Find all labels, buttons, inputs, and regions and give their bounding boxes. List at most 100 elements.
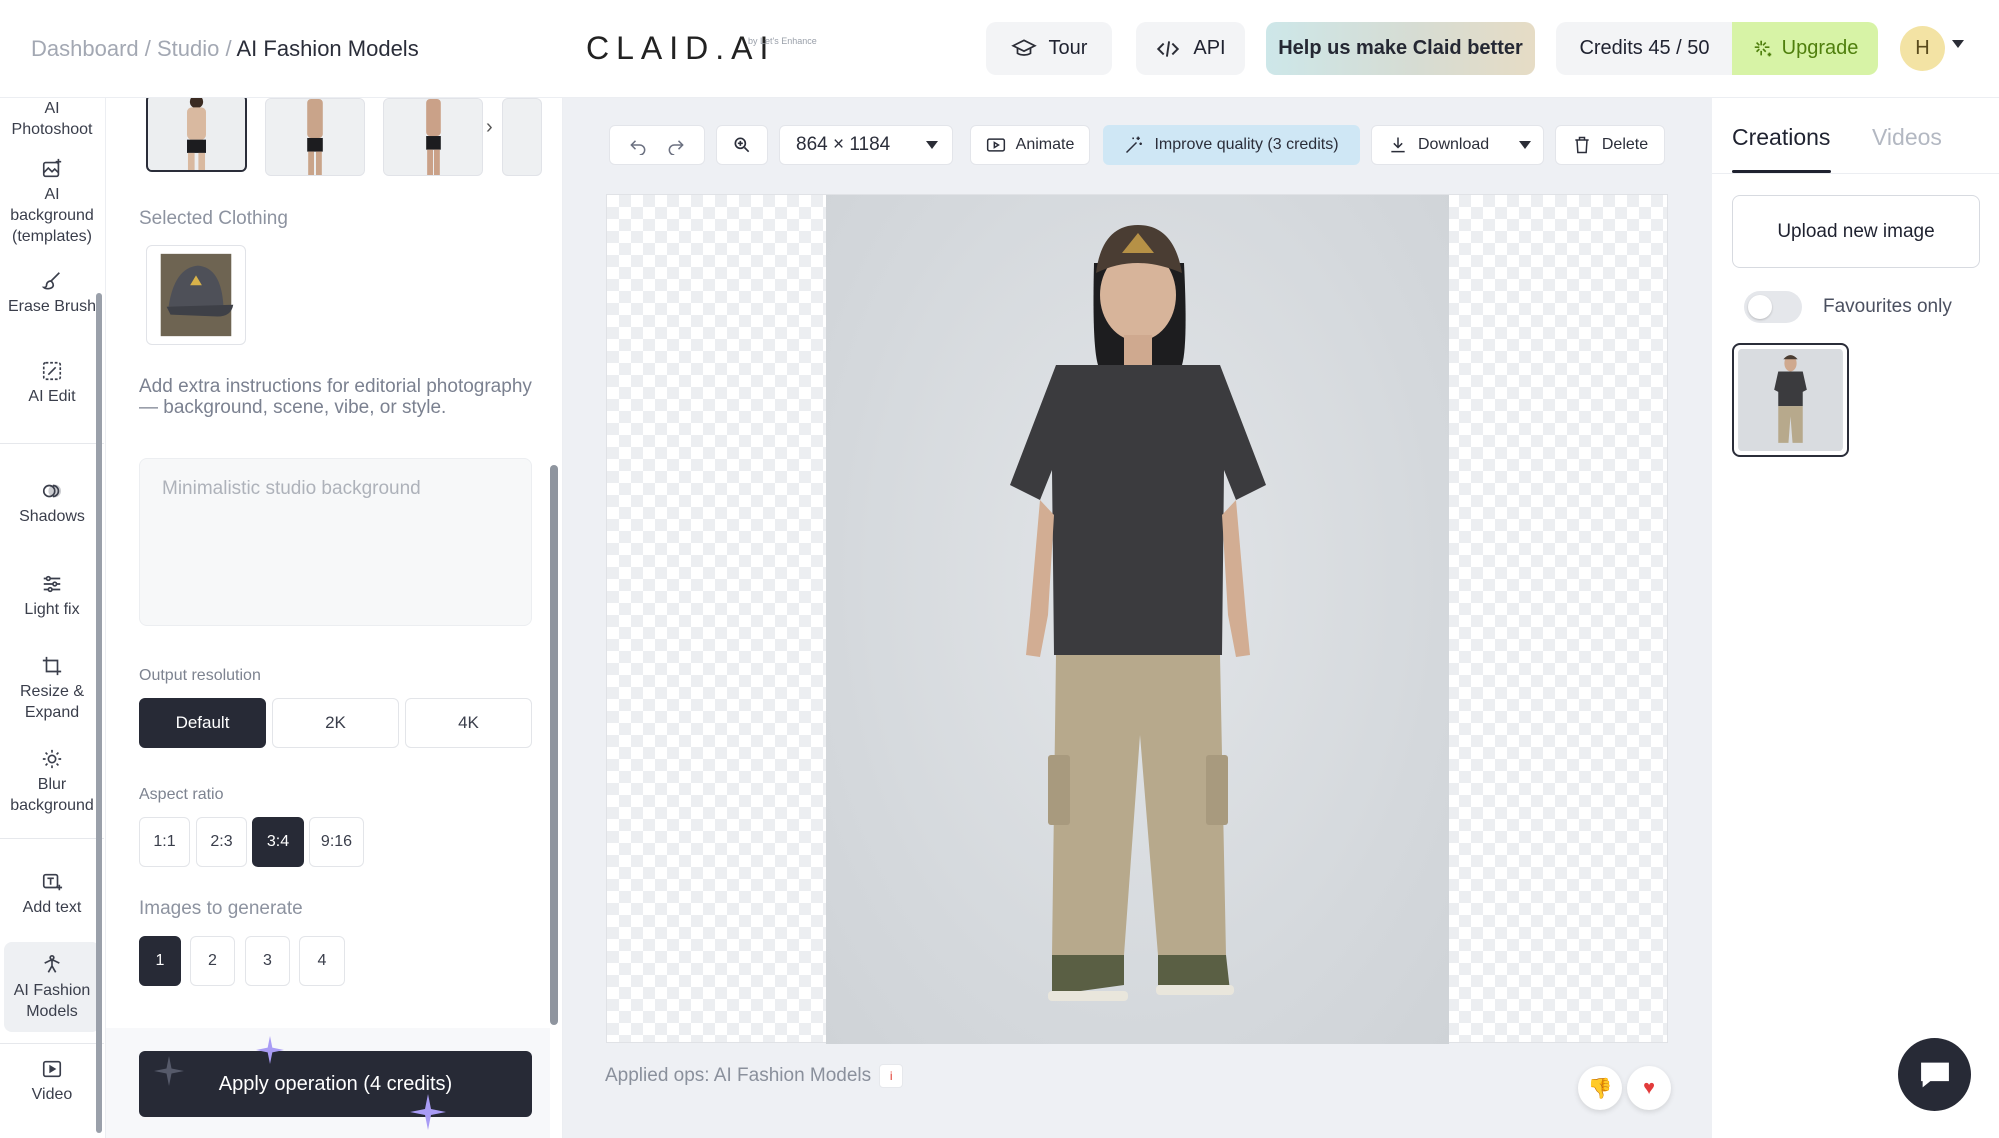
aspect-1-1-button[interactable]: 1:1 <box>139 817 190 867</box>
zoom-button[interactable] <box>716 125 768 165</box>
logo[interactable]: CLAID.AI <box>586 30 775 67</box>
clothing-thumbnail[interactable] <box>146 245 246 345</box>
resolution-default-button[interactable]: Default <box>139 698 266 748</box>
model-image <box>266 99 364 175</box>
creation-thumbnail[interactable] <box>1732 343 1849 457</box>
panel-scrollbar[interactable] <box>550 465 558 1025</box>
ai-edit-icon <box>42 361 62 381</box>
breadcrumb-studio[interactable]: Studio <box>157 36 219 61</box>
aspect-9-16-button[interactable]: 9:16 <box>309 817 364 867</box>
tool-shadows[interactable]: Shadows <box>0 480 104 527</box>
avatar[interactable]: H <box>1900 26 1945 71</box>
applied-ops-label: Applied ops: AI Fashion Models <box>605 1065 872 1086</box>
image-count-3-button[interactable]: 3 <box>245 936 290 986</box>
tool-label: Models <box>26 1003 78 1020</box>
size-select[interactable]: 864 × 1184 <box>779 125 953 165</box>
api-button[interactable]: API <box>1136 22 1245 75</box>
dislike-button[interactable]: 👎 <box>1578 1066 1622 1110</box>
image-count-2-button[interactable]: 2 <box>190 936 235 986</box>
rail-scrollbar[interactable] <box>96 293 102 1133</box>
tool-ai-edit[interactable]: AI Edit <box>0 360 104 407</box>
credits-display: Credits 45 / 50 <box>1556 22 1733 75</box>
feedback-label: Help us make Claid better <box>1278 37 1523 59</box>
sparkle-icon <box>1754 40 1771 56</box>
model-thumbnail[interactable] <box>146 98 247 172</box>
improve-quality-button[interactable]: Improve quality (3 credits) <box>1103 125 1360 165</box>
resolution-2k-button[interactable]: 2K <box>272 698 399 748</box>
tool-erase-brush[interactable]: Erase Brush <box>0 270 104 317</box>
tool-add-text[interactable]: Add text <box>0 871 104 918</box>
resolution-4k-button[interactable]: 4K <box>405 698 532 748</box>
upgrade-label: Upgrade <box>1781 37 1859 59</box>
thumbs-down-icon: 👎 <box>1587 1077 1613 1100</box>
info-icon[interactable]: i <box>879 1064 904 1088</box>
breadcrumb-current: AI Fashion Models <box>236 36 419 61</box>
undo-icon[interactable] <box>628 135 648 155</box>
tool-light-fix[interactable]: Light fix <box>0 573 104 620</box>
delete-button[interactable]: Delete <box>1555 125 1665 165</box>
thumbnails-next-icon[interactable]: › <box>486 116 493 139</box>
feedback-button[interactable]: Help us make Claid better <box>1266 22 1535 75</box>
aspect-2-3-button[interactable]: 2:3 <box>196 817 247 867</box>
animate-button[interactable]: Animate <box>970 125 1090 165</box>
rail-divider <box>0 1043 104 1044</box>
zoom-in-icon <box>734 137 750 153</box>
account-menu-caret-icon[interactable] <box>1952 40 1964 48</box>
applied-ops: Applied ops: AI Fashion Models i <box>605 1064 904 1088</box>
chat-support-button[interactable] <box>1898 1038 1971 1111</box>
redo-icon[interactable] <box>666 135 686 155</box>
tool-ai-background[interactable]: AI background (templates) <box>0 158 104 247</box>
sparkle-decoration-icon <box>256 1036 284 1064</box>
tool-ai-photoshoot[interactable]: AI Photoshoot <box>0 98 104 140</box>
tool-ai-fashion-models[interactable]: AI Fashion Models <box>4 942 100 1032</box>
model-image <box>149 98 244 170</box>
tool-label: AI <box>44 100 60 117</box>
history-buttons <box>609 125 705 165</box>
top-bar: Dashboard / Studio / AI Fashion Models C… <box>0 0 1999 98</box>
tool-resize-expand[interactable]: Resize & Expand <box>0 655 104 723</box>
canvas-area: 864 × 1184 Animate Improve quality (3 cr… <box>563 98 1712 1138</box>
apply-operation-button[interactable]: Apply operation (4 credits) <box>139 1051 532 1117</box>
tool-label: Blur <box>37 776 67 793</box>
upload-label: Upload new image <box>1777 220 1935 242</box>
download-main[interactable]: Download <box>1388 135 1489 155</box>
creations-panel: Creations Videos Upload new image Favour… <box>1712 98 1999 1138</box>
tab-videos[interactable]: Videos <box>1872 124 1942 151</box>
download-options-caret-icon[interactable] <box>1519 141 1531 149</box>
rail-divider <box>0 838 104 839</box>
tool-label: (templates) <box>11 228 93 245</box>
brush-icon <box>41 272 60 290</box>
tool-label: AI <box>44 186 60 203</box>
download-label: Download <box>1418 136 1490 153</box>
tool-label: Photoshoot <box>11 121 93 138</box>
video-icon <box>42 1060 62 1078</box>
breadcrumb-dashboard[interactable]: Dashboard <box>31 36 139 61</box>
upload-new-image-button[interactable]: Upload new image <box>1732 195 1980 268</box>
tool-video[interactable]: Video <box>0 1058 104 1105</box>
tool-label: Video <box>31 1086 73 1103</box>
model-thumbnail[interactable] <box>265 98 365 176</box>
shadows-icon <box>42 484 62 498</box>
download-button[interactable]: Download <box>1371 125 1544 165</box>
model-thumbnail[interactable] <box>502 98 542 176</box>
image-count-4-button[interactable]: 4 <box>299 936 345 986</box>
instructions-input[interactable] <box>139 458 532 626</box>
delete-label: Delete <box>1601 136 1649 153</box>
image-plus-icon <box>42 158 62 178</box>
image-stage[interactable] <box>606 194 1668 1044</box>
improve-quality-label: Improve quality (3 credits) <box>1154 136 1339 153</box>
generated-image[interactable] <box>826 195 1449 1044</box>
tab-creations[interactable]: Creations <box>1732 124 1830 151</box>
image-count-1-button[interactable]: 1 <box>139 936 181 986</box>
cap-image <box>160 253 234 337</box>
like-button[interactable]: ♥ <box>1627 1066 1671 1110</box>
tool-blur-background[interactable]: Blur background <box>0 748 104 816</box>
tool-label: background <box>10 797 94 814</box>
model-thumbnail[interactable] <box>383 98 483 176</box>
tour-button[interactable]: Tour <box>986 22 1112 75</box>
settings-panel: › Selected Clothing Add extra instructio… <box>106 98 563 1138</box>
aspect-3-4-button[interactable]: 3:4 <box>252 817 304 867</box>
images-to-generate-label: Images to generate <box>139 898 303 919</box>
upgrade-button[interactable]: Upgrade <box>1732 22 1878 75</box>
favourites-toggle[interactable] <box>1744 291 1802 323</box>
